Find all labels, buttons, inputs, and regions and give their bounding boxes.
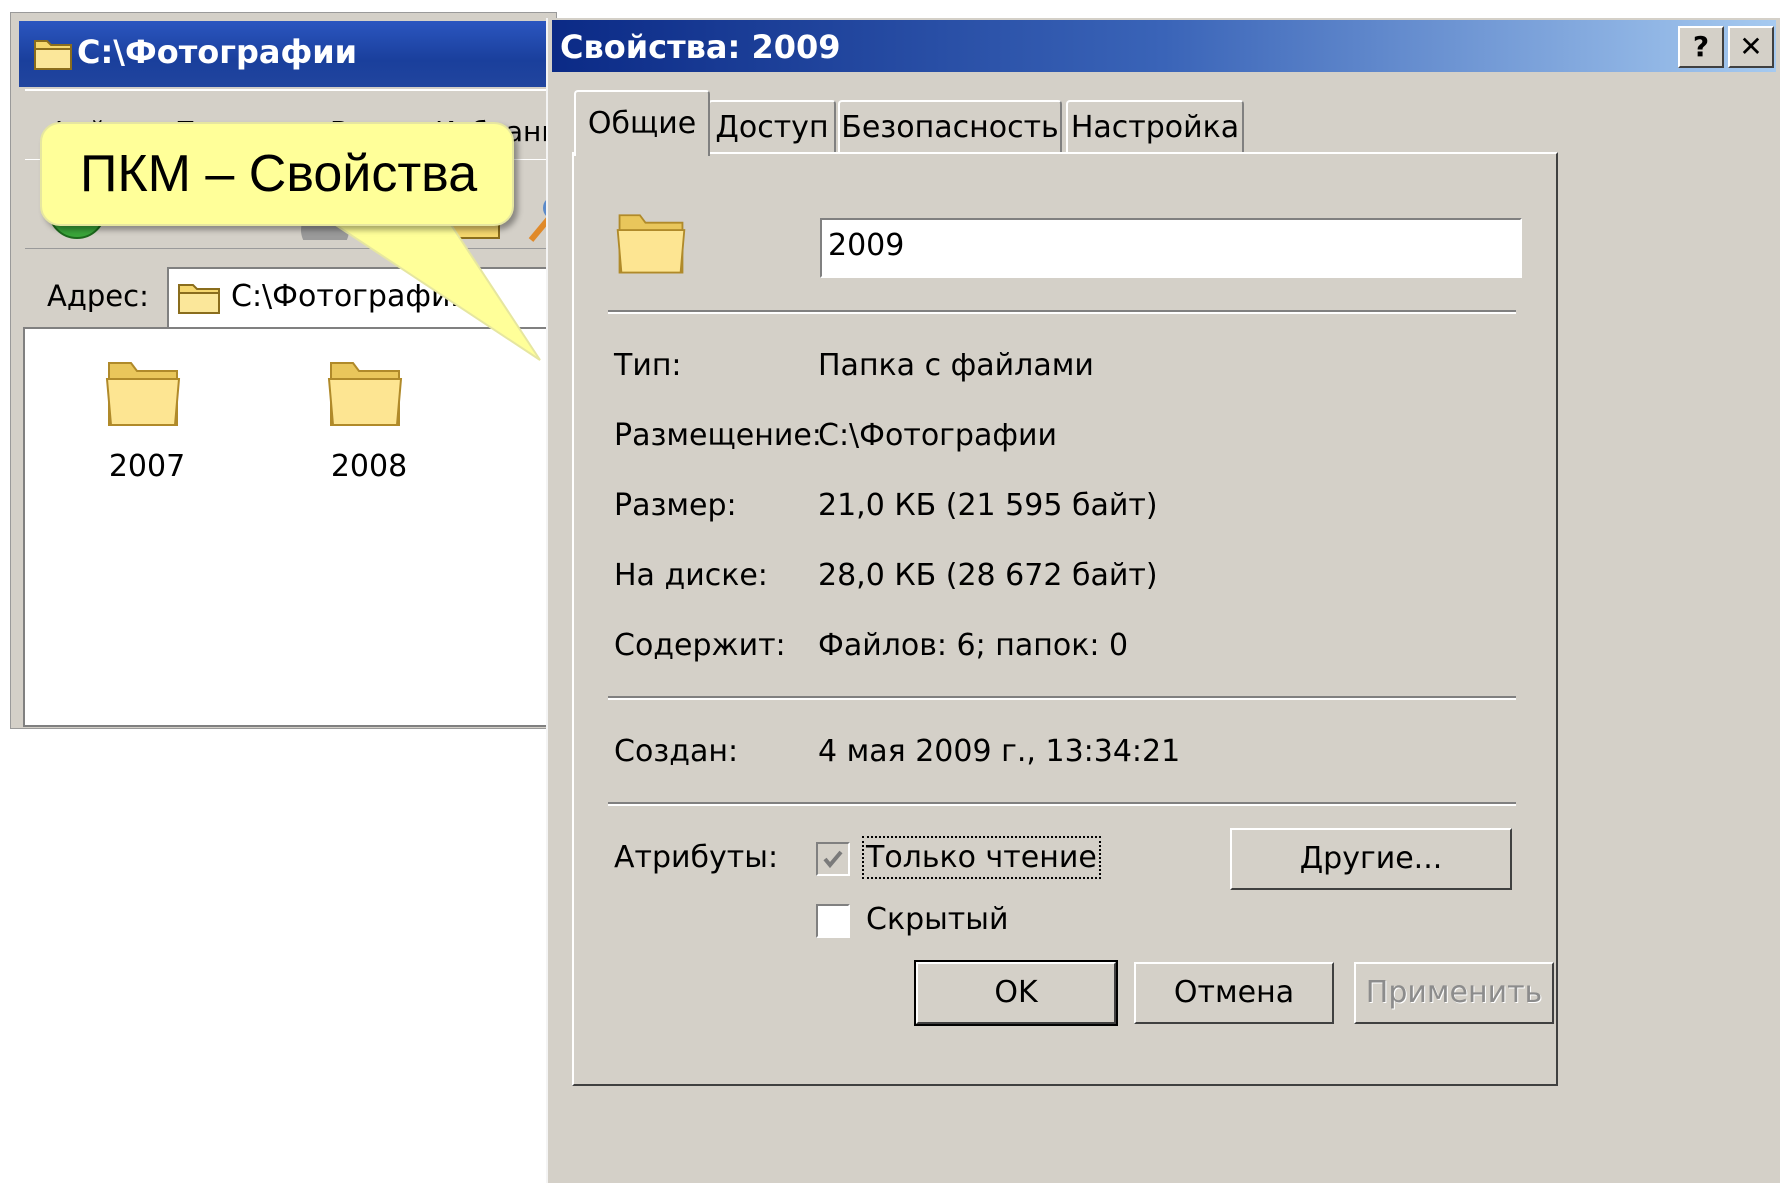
folder-item-2007[interactable]: 2007 (91, 353, 211, 503)
close-button[interactable]: ✕ (1728, 26, 1774, 68)
folder-icon (178, 284, 220, 314)
readonly-label[interactable]: Только чтение (862, 836, 1101, 879)
checkmark-icon (823, 850, 843, 869)
callout: ПКМ – Свойства (40, 122, 514, 226)
contains-value: Файлов: 6; папок: 0 (818, 628, 1129, 663)
folder-icon (105, 362, 181, 426)
hidden-label[interactable]: Скрытый (866, 902, 1008, 937)
apply-button[interactable]: Применить (1354, 962, 1554, 1024)
folder-label: 2007 (108, 449, 186, 484)
folder-icon (616, 214, 686, 274)
created-value: 4 мая 2009 г., 13:34:21 (818, 734, 1181, 769)
explorer-title-bar[interactable]: C:\Фотографии (19, 21, 559, 87)
explorer-file-view[interactable]: 2007 2008 (23, 327, 562, 727)
location-value: C:\Фотографии (818, 418, 1058, 453)
cancel-button[interactable]: Отмена (1134, 962, 1334, 1024)
help-button[interactable]: ? (1678, 26, 1724, 68)
tab-sharing[interactable]: Доступ (708, 100, 836, 156)
separator (608, 696, 1516, 700)
callout-text: ПКМ – Свойства (80, 145, 478, 203)
address-label: Адрес: (47, 279, 149, 313)
tab-security[interactable]: Безопасность (838, 100, 1062, 156)
advanced-attributes-button[interactable]: Другие... (1230, 828, 1512, 890)
callout-pointer (306, 207, 541, 361)
type-label: Тип: (614, 348, 682, 383)
attributes-label: Атрибуты: (614, 840, 779, 875)
contains-label: Содержит: (614, 628, 786, 663)
size-value: 21,0 КБ (21 595 байт) (818, 488, 1158, 523)
readonly-checkbox[interactable] (816, 842, 850, 876)
disk-size-label: На диске: (614, 558, 768, 593)
dialog-title: Свойства: 2009 (560, 28, 841, 66)
size-label: Размер: (614, 488, 737, 523)
ok-button[interactable]: OK (914, 960, 1118, 1026)
location-label: Размещение: (614, 418, 822, 453)
general-tab-panel: 2009 Тип: Папка с файлами Размещение: C:… (572, 152, 1558, 1086)
folder-icon (34, 40, 72, 70)
tab-general[interactable]: Общие (574, 90, 710, 156)
separator (608, 802, 1516, 806)
hidden-checkbox[interactable] (816, 904, 850, 938)
disk-size-value: 28,0 КБ (28 672 байт) (818, 558, 1158, 593)
folder-label: 2008 (330, 449, 408, 484)
dialog-title-bar[interactable]: Свойства: 2009 ? ✕ (552, 20, 1776, 72)
tab-customize[interactable]: Настройка (1066, 100, 1244, 156)
folder-name-input[interactable]: 2009 (820, 218, 1522, 278)
folder-name-value: 2009 (828, 228, 905, 263)
created-label: Создан: (614, 734, 739, 769)
explorer-title: C:\Фотографии (77, 33, 358, 71)
properties-dialog: Свойства: 2009 ? ✕ Общие Доступ Безопасн… (546, 18, 1780, 1183)
type-value: Папка с файлами (818, 348, 1094, 383)
separator (608, 310, 1516, 314)
